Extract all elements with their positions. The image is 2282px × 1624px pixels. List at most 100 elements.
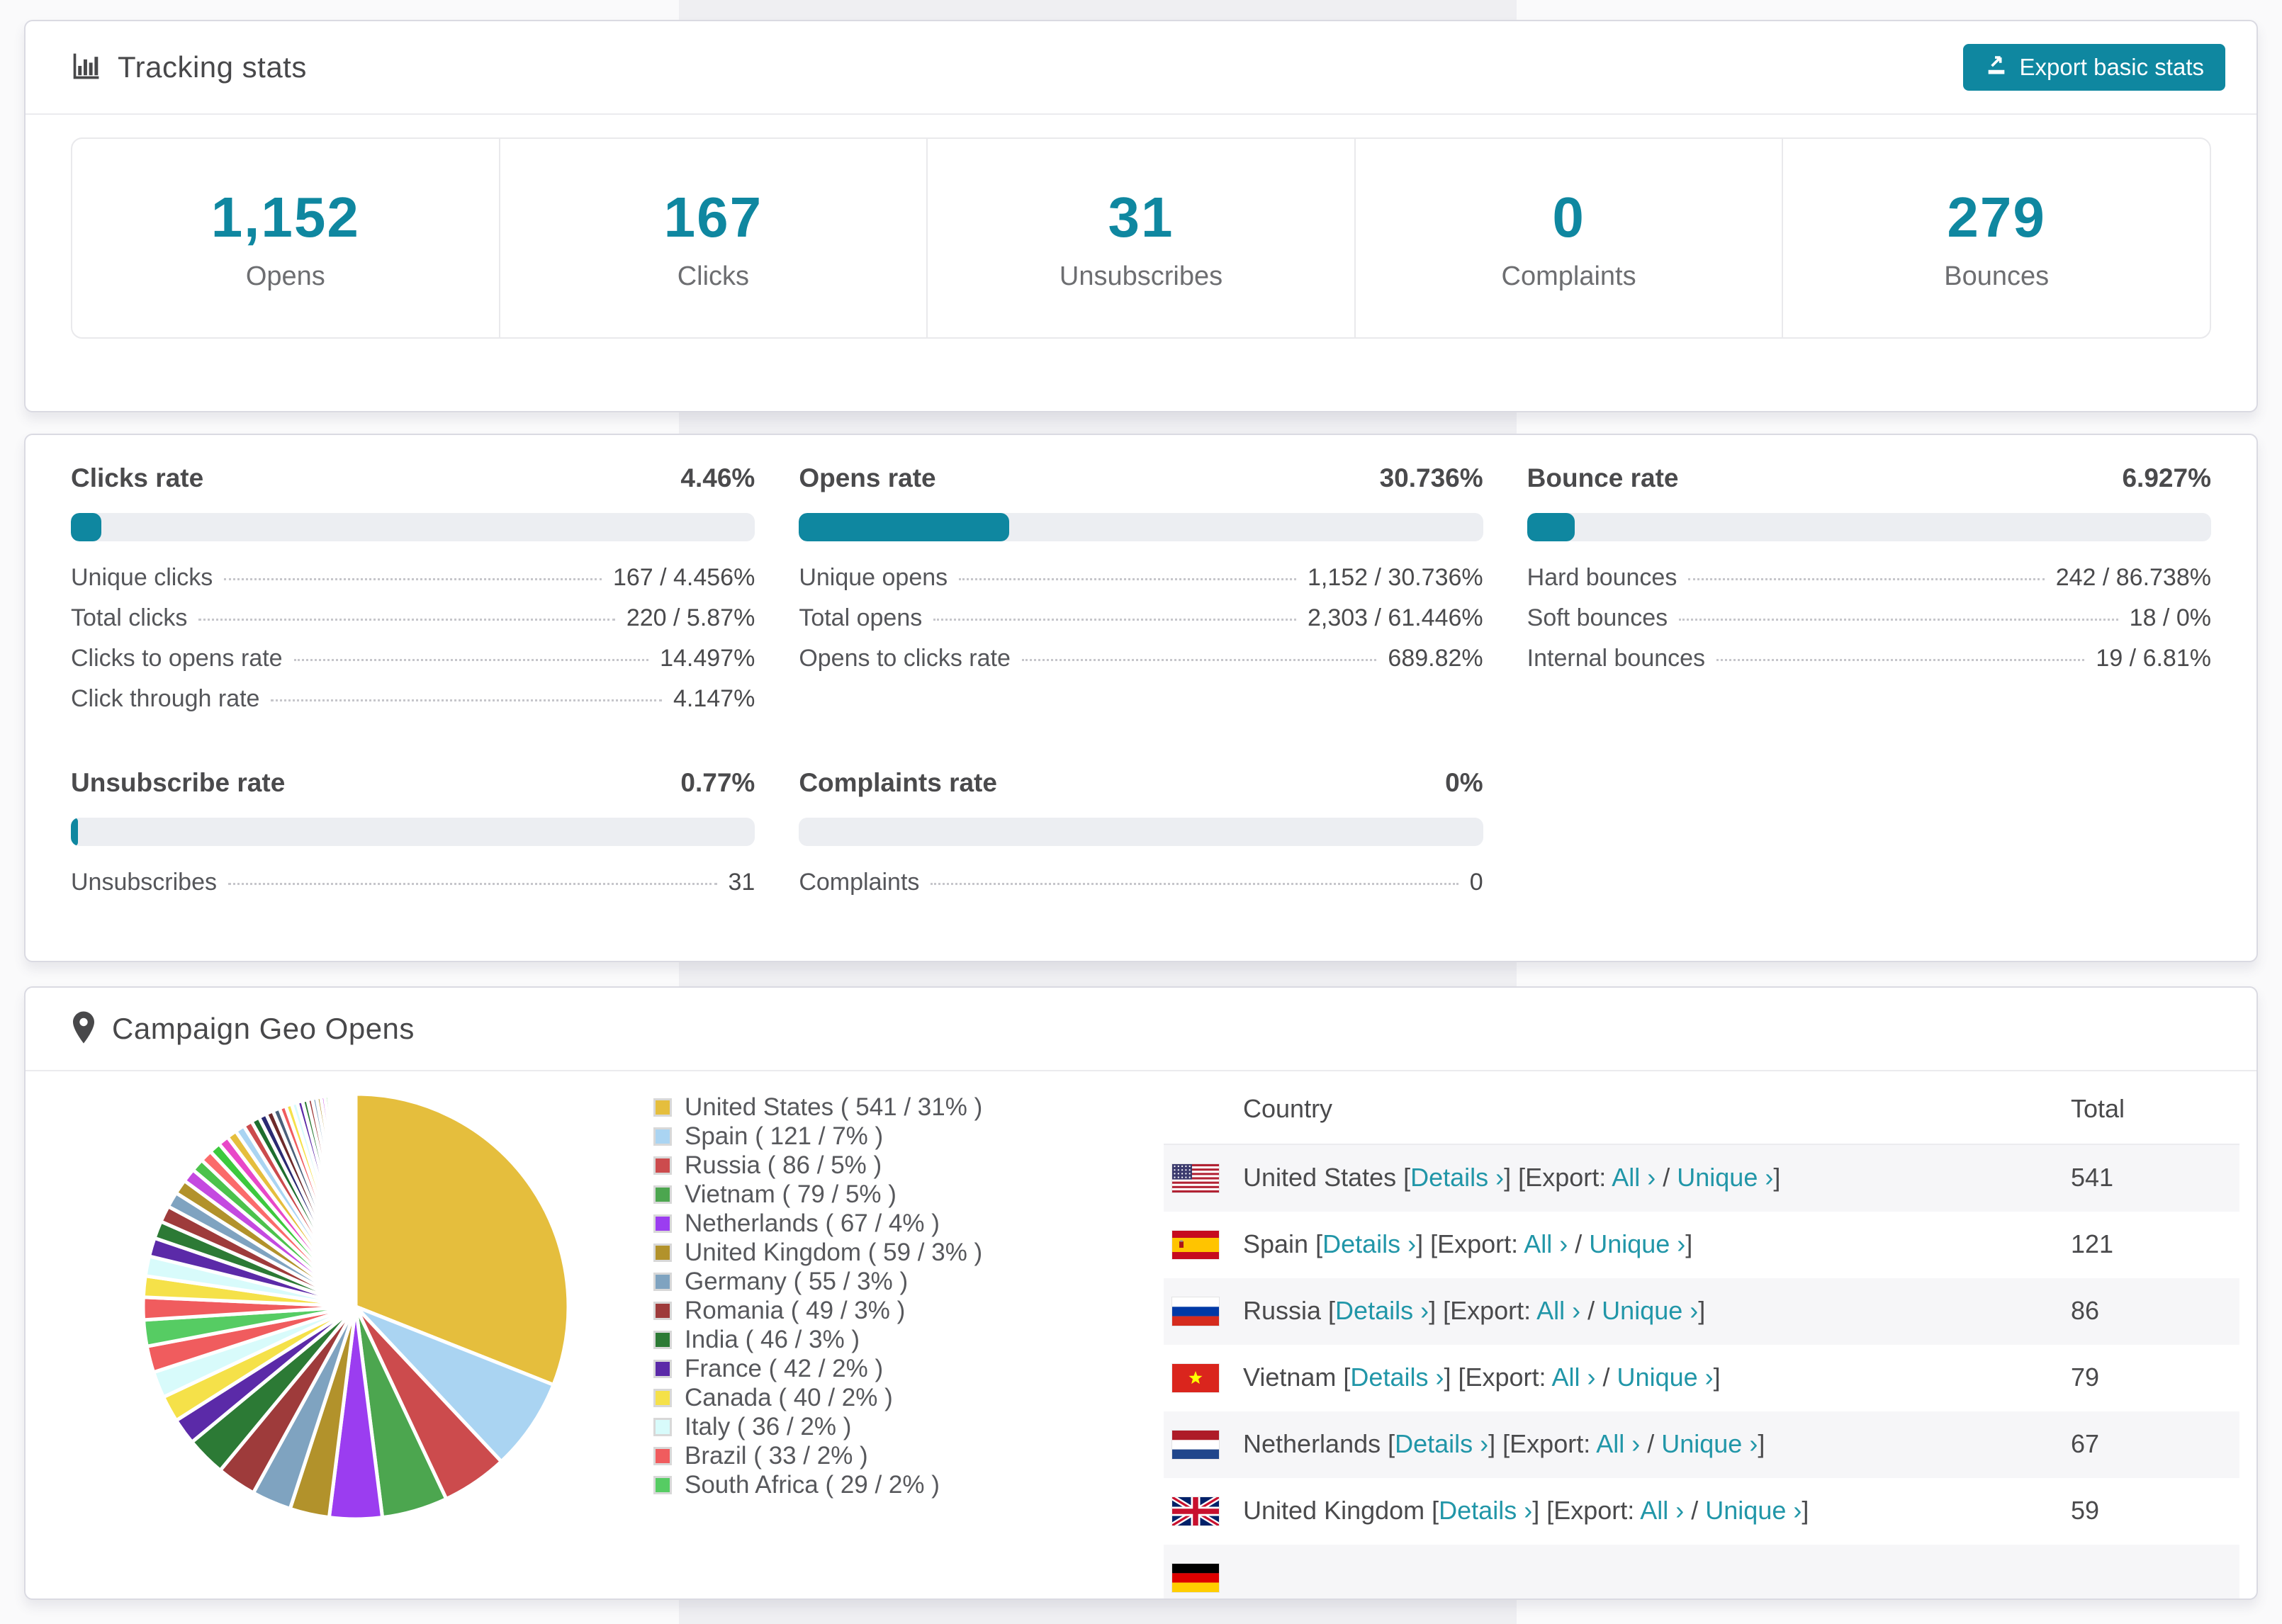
- export-all-link[interactable]: All ›: [1596, 1429, 1640, 1458]
- legend-label: Germany ( 55 / 3% ): [685, 1267, 909, 1295]
- rate-panel-value: 0.77%: [680, 768, 755, 797]
- legend-swatch: [653, 1388, 672, 1407]
- rate-panel-bounce-rate: Bounce rate 6.927% Hard bounces 242 / 86.73…: [1527, 463, 2211, 726]
- rate-panel-opens-rate: Opens rate 30.736% Unique opens 1,152 / 30.…: [799, 463, 1483, 726]
- geo-table-header-total: Total: [2071, 1094, 2125, 1123]
- stat-label: Complaints: [1501, 261, 1636, 291]
- dotted-leader: [198, 619, 615, 621]
- rate-panel-title: Clicks rate: [71, 463, 204, 492]
- rate-panel-title: Bounce rate: [1527, 463, 1679, 492]
- geo-table-header-country: Country: [1243, 1094, 1333, 1123]
- legend-item: Germany ( 55 / 3% ): [653, 1267, 982, 1296]
- export-unique-link[interactable]: Unique ›: [1705, 1496, 1802, 1525]
- tracking-stats-header: Tracking stats Export basic stats: [26, 21, 2256, 115]
- export-unique-link[interactable]: Unique ›: [1677, 1163, 1773, 1192]
- summary-stats-box: 1,152 Opens 167 Clicks 31 Unsubscribes 0 Compla…: [71, 137, 2211, 339]
- rate-detail-value: 18 / 0%: [2129, 604, 2211, 631]
- pie-legend: United States ( 541 / 31% ) Spain ( 121 /…: [653, 1093, 982, 1499]
- country-links-line: Spain [Details ›] [Export: All › / Uniqu…: [1243, 1229, 1692, 1259]
- legend-label: South Africa ( 29 / 2% ): [685, 1470, 940, 1499]
- stat-column: 1,152 Opens: [72, 139, 500, 337]
- stat-label: Bounces: [1944, 261, 2050, 291]
- rate-detail-row: Total opens 2,303 / 61.446%: [799, 604, 1483, 645]
- pie-slice-other: [352, 1092, 358, 1309]
- closing-bracket: ]: [1758, 1429, 1765, 1458]
- rate-panel-value: 6.927%: [2122, 463, 2211, 492]
- legend-label: France ( 42 / 2% ): [685, 1354, 884, 1382]
- rate-progress-bar: [71, 513, 755, 541]
- rate-detail-row: Opens to clicks rate 689.82%: [799, 645, 1483, 685]
- dotted-leader: [933, 619, 1296, 621]
- legend-label: Italy ( 36 / 2% ): [685, 1412, 852, 1440]
- rate-panel-complaints-rate: Complaints rate 0% Complaints 0: [799, 768, 1483, 909]
- geo-body: United States ( 541 / 31% ) Spain ( 121 /…: [26, 1071, 2256, 1598]
- legend-swatch: [653, 1272, 672, 1291]
- export-unique-link[interactable]: Unique ›: [1661, 1429, 1758, 1458]
- link-separator: /: [1684, 1496, 1706, 1525]
- rate-detail-row: Unsubscribes 31: [71, 869, 755, 909]
- legend-swatch: [653, 1475, 672, 1494]
- export-all-link[interactable]: All ›: [1612, 1163, 1656, 1192]
- rate-detail-label: Internal bounces: [1527, 645, 1706, 672]
- rate-detail-row: Total clicks 220 / 5.87%: [71, 604, 755, 645]
- rate-progress-bar: [1527, 513, 2211, 541]
- closing-bracket: ]: [1802, 1496, 1809, 1525]
- export-all-link[interactable]: All ›: [1640, 1496, 1684, 1525]
- rate-panel-header: Bounce rate 6.927%: [1527, 463, 2211, 493]
- legend-swatch: [653, 1301, 672, 1320]
- export-basic-stats-button[interactable]: Export basic stats: [1962, 44, 2225, 91]
- legend-swatch: [653, 1185, 672, 1204]
- link-separator: /: [1580, 1296, 1602, 1325]
- export-all-link[interactable]: All ›: [1536, 1296, 1580, 1325]
- rate-detail-label: Complaints: [799, 869, 920, 896]
- rate-panel-value: 4.46%: [680, 463, 755, 492]
- tracking-stats-card: Tracking stats Export basic stats 1,152 O…: [24, 20, 2258, 412]
- stat-value: 279: [1947, 185, 2046, 249]
- export-unique-link[interactable]: Unique ›: [1589, 1229, 1685, 1258]
- legend-swatch: [653, 1214, 672, 1233]
- legend-swatch: [653, 1417, 672, 1436]
- details-link[interactable]: Details ›: [1439, 1496, 1532, 1525]
- details-link[interactable]: Details ›: [1322, 1229, 1416, 1258]
- rate-progress-fill: [71, 513, 102, 541]
- export-unique-link[interactable]: Unique ›: [1617, 1363, 1714, 1392]
- country-name: Russia [: [1243, 1296, 1336, 1325]
- rate-detail-label: Total opens: [799, 604, 923, 631]
- rate-panel-header: Opens rate 30.736%: [799, 463, 1483, 493]
- rate-detail-row: Internal bounces 19 / 6.81%: [1527, 645, 2211, 685]
- rate-detail-label: Opens to clicks rate: [799, 645, 1011, 672]
- rates-card: Clicks rate 4.46% Unique clicks 167 / 4.456…: [24, 434, 2258, 962]
- rate-detail-value: 14.497%: [660, 645, 755, 672]
- table-row: Vietnam [Details ›] [Export: All › / Uni…: [1164, 1345, 2239, 1411]
- legend-label: Russia ( 86 / 5% ): [685, 1151, 882, 1179]
- legend-label: India ( 46 / 3% ): [685, 1325, 860, 1353]
- details-link[interactable]: Details ›: [1335, 1296, 1429, 1325]
- table-row: Netherlands [Details ›] [Export: All › /…: [1164, 1411, 2239, 1478]
- legend-swatch: [653, 1446, 672, 1465]
- table-row: United States [Details ›] [Export: All ›…: [1164, 1145, 2239, 1212]
- details-link[interactable]: Details ›: [1410, 1163, 1504, 1192]
- legend-label: Brazil ( 33 / 2% ): [685, 1441, 868, 1470]
- details-link[interactable]: Details ›: [1395, 1429, 1488, 1458]
- export-all-link[interactable]: All ›: [1552, 1363, 1596, 1392]
- rate-panel-unsubscribe-rate: Unsubscribe rate 0.77% Unsubscribes 31: [71, 768, 755, 909]
- rate-panel-value: 0%: [1445, 768, 1483, 797]
- export-prefix: ] [Export:: [1504, 1163, 1612, 1192]
- rate-detail-value: 167 / 4.456%: [612, 564, 755, 591]
- stat-value: 1,152: [210, 185, 360, 249]
- legend-swatch: [653, 1098, 672, 1117]
- legend-label: Netherlands ( 67 / 4% ): [685, 1209, 940, 1237]
- details-link[interactable]: Details ›: [1350, 1363, 1444, 1392]
- export-prefix: ] [Export:: [1488, 1429, 1597, 1458]
- flag-icon-vn: [1172, 1364, 1219, 1392]
- export-unique-link[interactable]: Unique ›: [1602, 1296, 1698, 1325]
- export-all-link[interactable]: All ›: [1524, 1229, 1568, 1258]
- stat-value: 167: [663, 185, 763, 249]
- closing-bracket: ]: [1713, 1363, 1721, 1392]
- export-prefix: ] [Export:: [1444, 1363, 1552, 1392]
- legend-item: Canada ( 40 / 2% ): [653, 1383, 982, 1412]
- rate-detail-label: Unique opens: [799, 564, 948, 591]
- dotted-leader: [271, 699, 662, 701]
- stat-column: 167 Clicks: [500, 139, 928, 337]
- closing-bracket: ]: [1698, 1296, 1706, 1325]
